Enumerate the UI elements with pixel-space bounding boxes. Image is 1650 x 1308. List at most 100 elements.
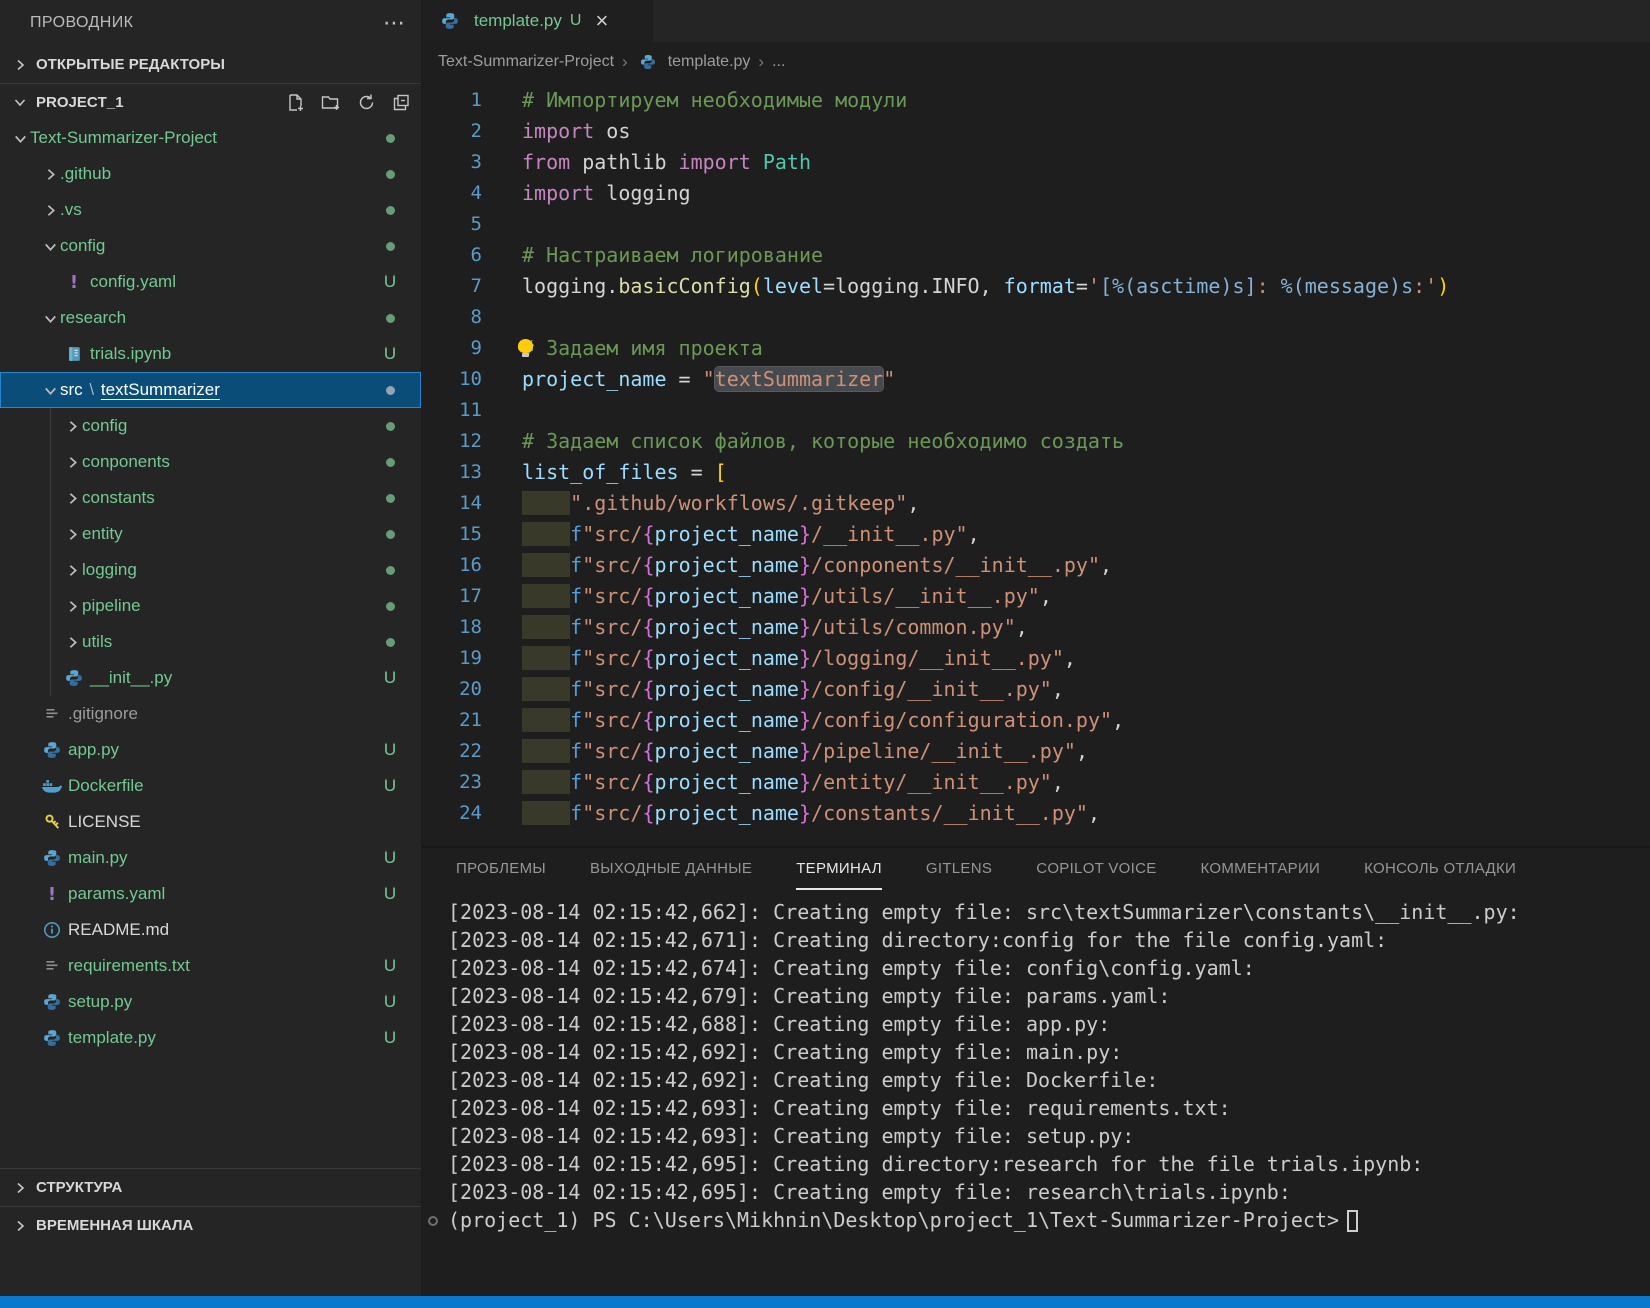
tree-item-template.py[interactable]: template.pyU — [0, 1020, 421, 1056]
tree-item-main.py[interactable]: main.pyU — [0, 840, 421, 876]
open-editors-section[interactable]: ОТКРЫТЫЕ РЕДАКТОРЫ — [0, 46, 421, 84]
more-actions-icon[interactable]: ⋯ — [383, 18, 407, 28]
tree-item-Dockerfile[interactable]: DockerfileU — [0, 768, 421, 804]
outline-section[interactable]: СТРУКТУРА — [0, 1168, 421, 1206]
tree-item-label: requirements.txt — [68, 956, 190, 976]
status-bar[interactable] — [0, 1296, 1650, 1308]
code-line[interactable]: 21 f"src/{project_name}/config/configura… — [422, 704, 1650, 735]
code-line[interactable]: 23 f"src/{project_name}/entity/__init__.… — [422, 766, 1650, 797]
tree-item-conponents[interactable]: conponents — [0, 444, 421, 480]
tree-item-research[interactable]: research — [0, 300, 421, 336]
open-editors-label: ОТКРЫТЫЕ РЕДАКТОРЫ — [36, 56, 225, 73]
code-line[interactable]: 7logging.basicConfig(level=logging.INFO,… — [422, 270, 1650, 301]
tree-item-params.yaml[interactable]: !params.yamlU — [0, 876, 421, 912]
terminal-prompt[interactable]: (project_1) PS C:\Users\Mikhnin\Desktop\… — [448, 1208, 1650, 1236]
panel-tab-выходные-данные[interactable]: ВЫХОДНЫЕ ДАННЫЕ — [590, 848, 752, 890]
code-line[interactable]: 2import os — [422, 115, 1650, 146]
tree-item-app.py[interactable]: app.pyU — [0, 732, 421, 768]
close-icon[interactable]: × — [595, 10, 608, 32]
project-section-header[interactable]: PROJECT_1 — [0, 84, 421, 120]
tree-item-entity[interactable]: entity — [0, 516, 421, 552]
code-line[interactable]: 4import logging — [422, 177, 1650, 208]
tree-item-label: research — [60, 308, 126, 328]
code-line[interactable]: 12# Задаем список файлов, которые необхо… — [422, 425, 1650, 456]
lightbulb-icon[interactable] — [518, 339, 533, 353]
terminal-cursor — [1347, 1210, 1358, 1232]
tree-item-.vs[interactable]: .vs — [0, 192, 421, 228]
git-status-badge: U — [377, 272, 403, 292]
code-line[interactable]: 9# Задаем имя проекта — [422, 332, 1650, 363]
code-line[interactable]: 19 f"src/{project_name}/logging/__init__… — [422, 642, 1650, 673]
tree-item-Text-Summarizer-Project[interactable]: Text-Summarizer-Project — [0, 120, 421, 156]
tree-item-label: __init__.py — [90, 668, 172, 688]
panel-tab-gitlens[interactable]: GITLENS — [926, 848, 992, 890]
line-number: 1 — [422, 89, 522, 111]
code-line[interactable]: 17 f"src/{project_name}/utils/__init__.p… — [422, 580, 1650, 611]
collapse-all-icon[interactable] — [392, 93, 411, 112]
tree-item-src-textSummarizer[interactable]: src \ textSummarizer — [0, 372, 421, 408]
tree-item-utils[interactable]: utils — [0, 624, 421, 660]
tree-item-trials.ipynb[interactable]: trials.ipynbU — [0, 336, 421, 372]
terminal-line: [2023-08-14 02:15:42,693]: Creating empt… — [448, 1096, 1650, 1124]
new-folder-icon[interactable] — [321, 93, 341, 112]
panel-tab-консоль-отладки[interactable]: КОНСОЛЬ ОТЛАДКИ — [1364, 848, 1516, 890]
code-line[interactable]: 8 — [422, 301, 1650, 332]
terminal-line: [2023-08-14 02:15:42,674]: Creating empt… — [448, 956, 1650, 984]
tree-item-.github[interactable]: .github — [0, 156, 421, 192]
code-line[interactable]: 24 f"src/{project_name}/constants/__init… — [422, 797, 1650, 828]
code-area[interactable]: 1# Импортируем необходимые модули2import… — [422, 82, 1650, 846]
tree-item-config[interactable]: config — [0, 408, 421, 444]
code-line[interactable]: 11 — [422, 394, 1650, 425]
tree-item-label: pipeline — [82, 596, 141, 616]
git-status-badge — [377, 530, 403, 539]
chevron-right-icon — [10, 1216, 30, 1236]
breadcrumb-project[interactable]: Text-Summarizer-Project — [438, 53, 614, 71]
project-label: PROJECT_1 — [36, 94, 124, 111]
tree-item-setup.py[interactable]: setup.pyU — [0, 984, 421, 1020]
code-line[interactable]: 15 f"src/{project_name}/__init__.py", — [422, 518, 1650, 549]
line-number: 15 — [422, 523, 522, 545]
terminal-output[interactable]: [2023-08-14 02:15:42,662]: Creating empt… — [422, 890, 1650, 1296]
code-line[interactable]: 5 — [422, 208, 1650, 239]
tree-item-logging[interactable]: logging — [0, 552, 421, 588]
panel-tab-комментарии[interactable]: КОММЕНТАРИИ — [1201, 848, 1321, 890]
tree-item-config[interactable]: config — [0, 228, 421, 264]
terminal-line: [2023-08-14 02:15:42,695]: Creating dire… — [448, 1152, 1650, 1180]
panel-tab-copilot-voice[interactable]: COPILOT VOICE — [1036, 848, 1156, 890]
code-line[interactable]: 22 f"src/{project_name}/pipeline/__init_… — [422, 735, 1650, 766]
panel-tab-терминал[interactable]: ТЕРМИНАЛ — [796, 848, 882, 890]
code-line[interactable]: 6# Настраиваем логирование — [422, 239, 1650, 270]
code-line[interactable]: 13list_of_files = [ — [422, 456, 1650, 487]
code-line[interactable]: 14 ".github/workflows/.gitkeep", — [422, 487, 1650, 518]
tree-item-LICENSE[interactable]: LICENSE — [0, 804, 421, 840]
line-number: 8 — [422, 306, 522, 328]
tree-item-label: params.yaml — [68, 884, 165, 904]
code-line[interactable]: 10project_name = "textSummarizer" — [422, 363, 1650, 394]
refresh-icon[interactable] — [357, 93, 376, 112]
code-line[interactable]: 16 f"src/{project_name}/conponents/__ini… — [422, 549, 1650, 580]
breadcrumb-symbol[interactable]: ... — [772, 53, 785, 71]
panel-tab-проблемы[interactable]: ПРОБЛЕМЫ — [456, 848, 546, 890]
tree-item-constants[interactable]: constants — [0, 480, 421, 516]
code-line[interactable]: 3from pathlib import Path — [422, 146, 1650, 177]
tree-item-config.yaml[interactable]: !config.yamlU — [0, 264, 421, 300]
new-file-icon[interactable] — [286, 93, 305, 112]
git-status-badge — [377, 242, 403, 251]
code-line[interactable]: 20 f"src/{project_name}/config/__init__.… — [422, 673, 1650, 704]
terminal-line: [2023-08-14 02:15:42,671]: Creating dire… — [448, 928, 1650, 956]
breadcrumb-file[interactable]: template.py — [668, 53, 751, 71]
breadcrumb: Text-Summarizer-Project › template.py › … — [422, 42, 1650, 82]
timeline-section[interactable]: ВРЕМЕННАЯ ШКАЛА — [0, 1206, 421, 1244]
code-line[interactable]: 1# Импортируем необходимые модули — [422, 84, 1650, 115]
chevron-right-icon — [40, 164, 60, 184]
tree-item-label: .vs — [60, 200, 82, 220]
tab-template-py[interactable]: template.py U × — [422, 0, 654, 42]
tree-item-.gitignore[interactable]: .gitignore — [0, 696, 421, 732]
tab-bar: template.py U × — [422, 0, 1650, 42]
tree-item-README.md[interactable]: README.md — [0, 912, 421, 948]
code-line[interactable]: 18 f"src/{project_name}/utils/common.py"… — [422, 611, 1650, 642]
tree-item-pipeline[interactable]: pipeline — [0, 588, 421, 624]
tree-item-requirements.txt[interactable]: requirements.txtU — [0, 948, 421, 984]
tree-item-__init__.py[interactable]: __init__.pyU — [0, 660, 421, 696]
vscode-window: ПРОВОДНИК ⋯ ОТКРЫТЫЕ РЕДАКТОРЫ PROJECT_1 — [0, 0, 1650, 1308]
